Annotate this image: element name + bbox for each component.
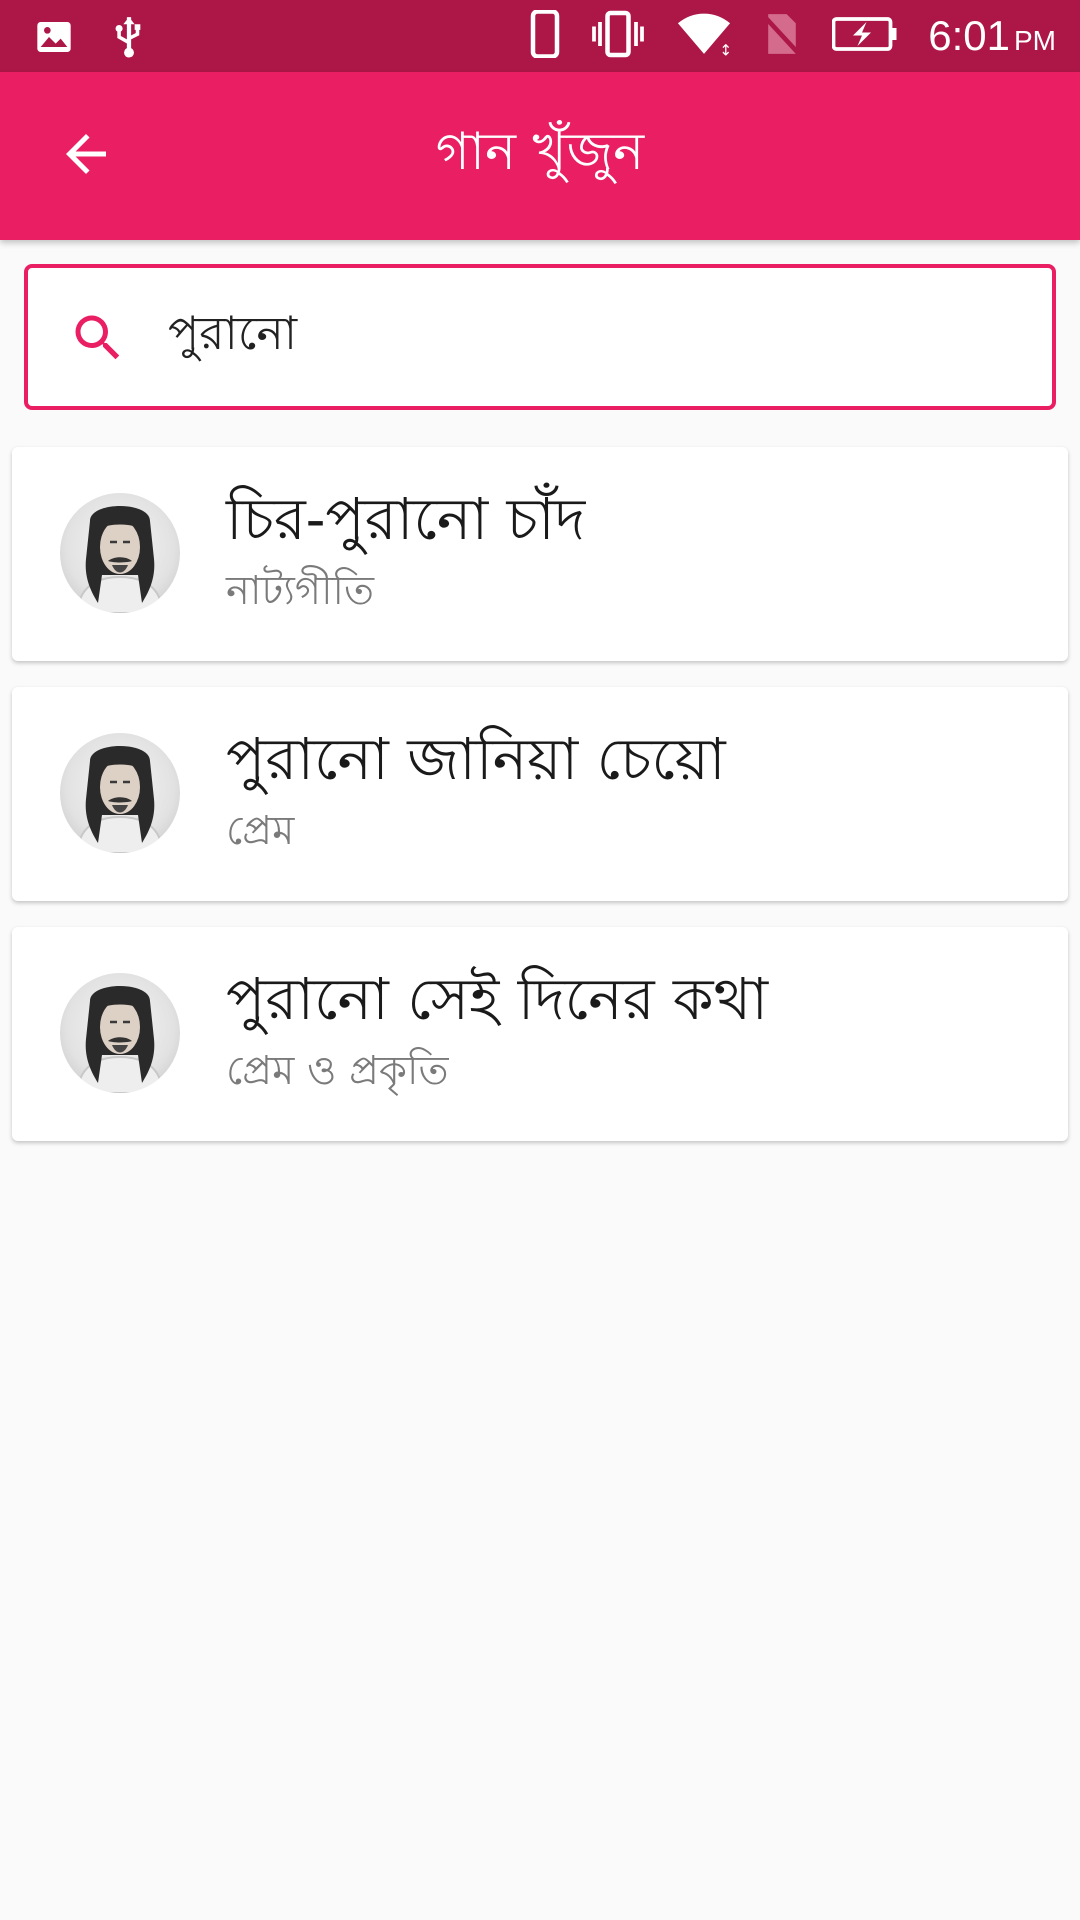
song-title: পুরানো সেই দিনের কথা	[226, 965, 769, 1033]
avatar	[60, 973, 180, 1093]
svg-text:↕: ↕	[720, 41, 733, 57]
image-icon	[34, 17, 74, 61]
page-title: গান খুঁজুন	[435, 122, 645, 182]
status-time: 6:01 PM	[928, 12, 1056, 60]
list-item[interactable]: পুরানো সেই দিনের কথা প্রেম ও প্রকৃতি	[12, 927, 1068, 1141]
battery-charging-icon	[831, 16, 898, 56]
song-title: পুরানো জানিয়া চেয়ো	[226, 725, 726, 793]
status-bar-left	[34, 14, 146, 64]
results-list: চির-পুরানো চাঁদ নাট্যগীতি পুরানো জানিয়া…	[12, 447, 1068, 1167]
song-title: চির-পুরানো চাঁদ	[226, 485, 586, 553]
list-item[interactable]: চির-পুরানো চাঁদ নাট্যগীতি	[12, 447, 1068, 661]
song-category: প্রেম	[226, 808, 295, 854]
avatar	[60, 493, 180, 613]
vibrate-icon	[590, 10, 646, 62]
wifi-icon: ↕	[676, 11, 732, 61]
app-bar: গান খুঁজুন	[0, 72, 1080, 240]
phone-icon	[530, 9, 560, 62]
list-item[interactable]: পুরানো জানিয়া চেয়ো প্রেম	[12, 687, 1068, 901]
no-sim-icon	[762, 11, 803, 61]
status-time-ampm: PM	[1014, 25, 1056, 56]
search-input[interactable]	[168, 292, 1028, 382]
song-category: নাট্যগীতি	[226, 568, 374, 614]
search-icon	[68, 308, 128, 368]
status-time-value: 6:01	[928, 12, 1010, 59]
search-box[interactable]	[24, 264, 1056, 410]
status-bar-right: ↕ 6:01 PM	[530, 9, 1056, 62]
song-category: প্রেম ও প্রকৃতি	[226, 1048, 449, 1094]
avatar	[60, 733, 180, 853]
usb-icon	[112, 14, 146, 64]
status-bar: ↕ 6:01 PM	[0, 0, 1080, 72]
